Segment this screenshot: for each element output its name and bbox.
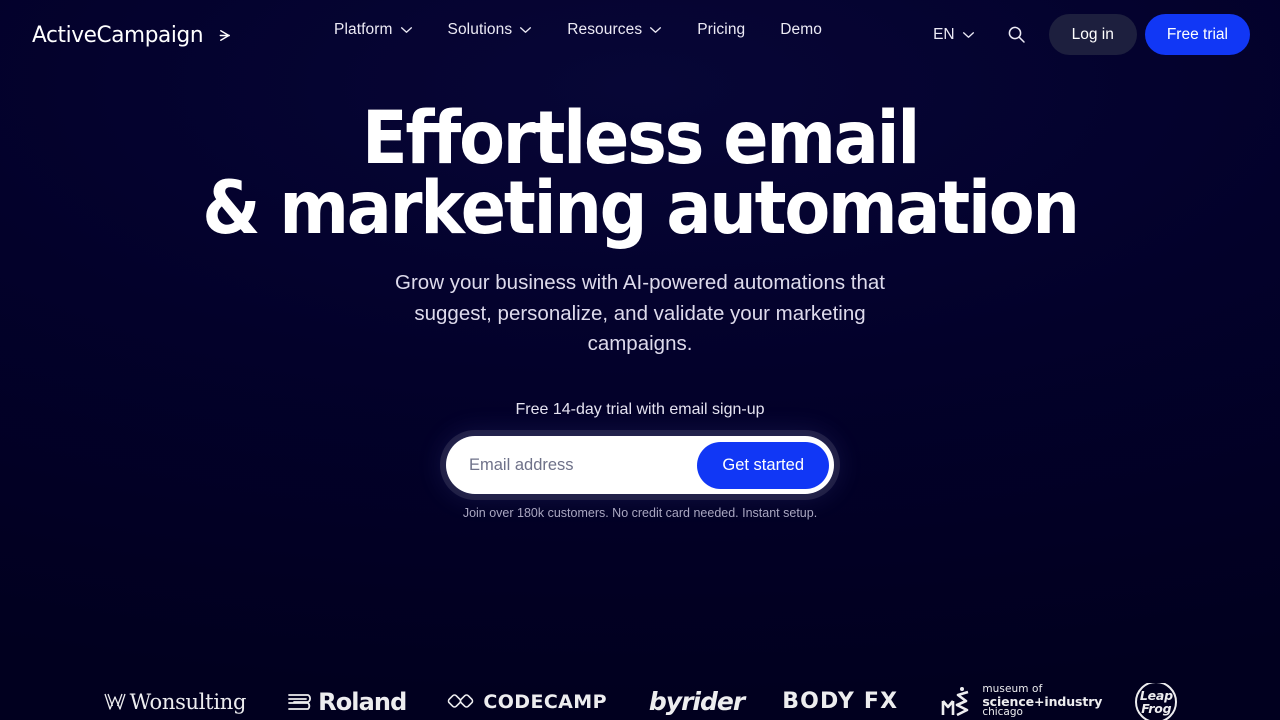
nav-item-resources[interactable]: Resources	[567, 21, 679, 39]
logo-bodyfx: BODY FX	[782, 689, 898, 714]
codecamp-diamond-icon	[448, 694, 474, 708]
msi-monogram-icon	[942, 686, 969, 716]
logo-leapfrog: Leap Frog	[1135, 683, 1178, 720]
customer-logo-bar: Wonsulting Roland CODECAMP byrider BODY …	[0, 683, 1280, 720]
logo-wordmark: Roland	[318, 687, 407, 716]
leapfrog-line-1: Leap	[1139, 687, 1173, 703]
leapfrog-line-2: Frog	[1141, 700, 1172, 716]
hero-subheading: Grow your business with AI-powered autom…	[395, 271, 885, 355]
language-selector[interactable]: EN	[933, 26, 975, 44]
wonsulting-w-icon	[104, 693, 126, 710]
logo-wordmark: byrider	[648, 687, 745, 716]
logo-roland: Roland	[286, 687, 407, 716]
free-trial-button[interactable]: Free trial	[1144, 14, 1250, 55]
chevron-down-icon	[520, 27, 532, 33]
search-icon	[1008, 26, 1025, 43]
email-input[interactable]	[446, 437, 698, 493]
chevron-down-icon	[962, 31, 974, 38]
nav-item-pricing[interactable]: Pricing	[697, 21, 745, 39]
nav-label: Platform	[334, 21, 393, 38]
logo-wonsulting: Wonsulting	[103, 690, 246, 714]
landing-page: ActiveCampaign Platform Solutions Resour	[0, 0, 1280, 720]
roland-ribbon-icon	[288, 694, 312, 710]
logo-wordmark: Wonsulting	[129, 689, 247, 714]
email-signup-form: Get started	[446, 436, 834, 494]
leapfrog-badge-icon: Leap Frog	[1135, 683, 1178, 720]
site-header: ActiveCampaign Platform Solutions Resour	[0, 0, 1280, 68]
logo-wordmark: CODECAMP	[483, 690, 607, 713]
logo-msi-chicago: museum of science+industry chicago	[940, 684, 1102, 719]
brand-name: ActiveCampaign	[32, 22, 204, 48]
logo-wordmark: BODY FX	[782, 689, 899, 714]
language-label: EN	[933, 25, 955, 43]
logo-byrider: byrider	[648, 687, 745, 716]
msi-line-3: chicago	[982, 706, 1023, 719]
headline-line-2: & marketing automation	[202, 166, 1080, 251]
chevron-down-icon	[400, 27, 412, 33]
chevron-down-icon	[650, 27, 662, 33]
search-button[interactable]	[1001, 19, 1033, 51]
msi-wordmark: museum of science+industry chicago	[982, 684, 1102, 719]
brand-logo[interactable]: ActiveCampaign	[32, 22, 234, 48]
signup-fine-print: Join over 180k customers. No credit card…	[462, 506, 818, 520]
logo-codecamp: CODECAMP	[447, 691, 607, 713]
nav-label: Resources	[567, 21, 643, 38]
chevron-right-line-icon	[219, 29, 231, 41]
nav-label: Pricing	[697, 21, 746, 38]
page-title: Effortless email & marketing automation	[54, 102, 1225, 251]
get-started-button[interactable]: Get started	[697, 441, 829, 489]
nav-label: Demo	[780, 21, 823, 38]
trial-note: Free 14-day trial with email sign-up	[515, 401, 765, 418]
main-navigation: Platform Solutions Resources Pricing Dem…	[334, 21, 857, 39]
nav-item-solutions[interactable]: Solutions	[448, 21, 550, 39]
nav-label: Solutions	[447, 21, 513, 38]
header-actions: EN Log in Free trial	[933, 14, 1250, 55]
nav-item-demo[interactable]: Demo	[780, 21, 822, 39]
nav-item-platform[interactable]: Platform	[334, 21, 430, 39]
login-button[interactable]: Log in	[1048, 14, 1137, 55]
